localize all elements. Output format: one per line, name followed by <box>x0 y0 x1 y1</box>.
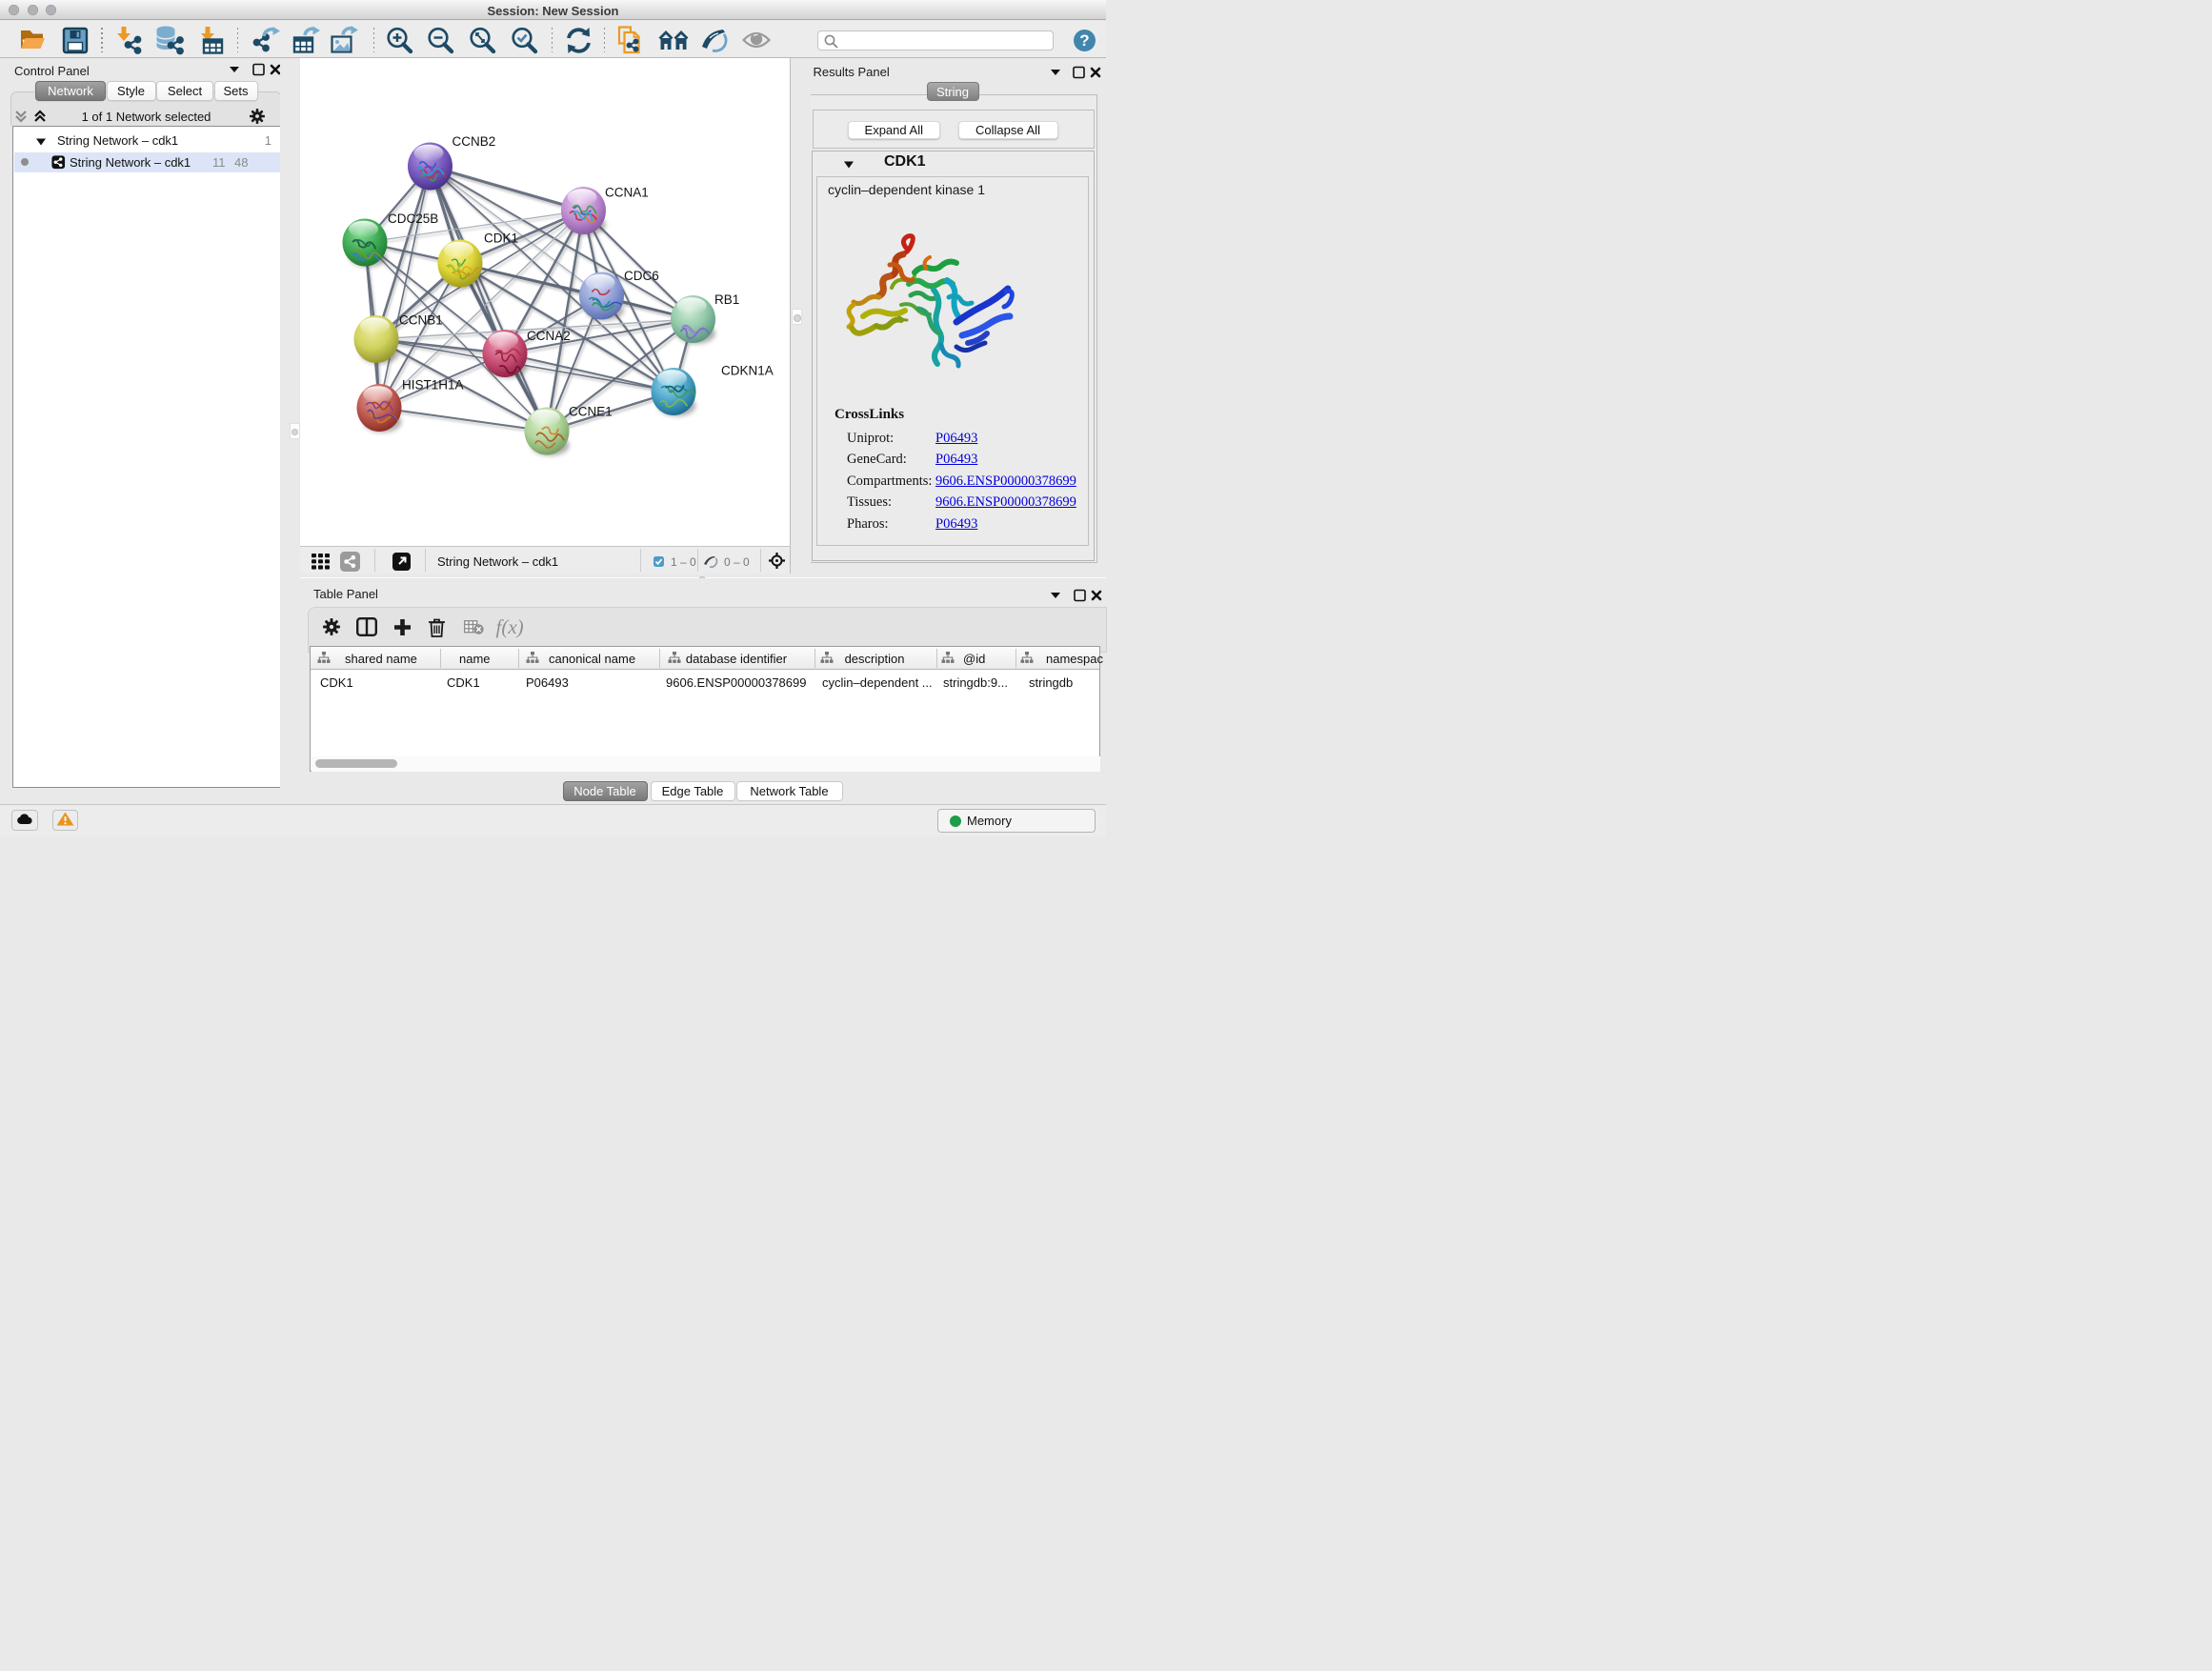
svg-text:CCNB1: CCNB1 <box>399 313 443 328</box>
svg-text:CDC6: CDC6 <box>624 269 659 283</box>
svg-text:CDK1: CDK1 <box>484 232 518 246</box>
svg-text:CCNA2: CCNA2 <box>527 329 571 343</box>
svg-text:CDC25B: CDC25B <box>388 211 438 226</box>
svg-text:?: ? <box>1079 31 1089 50</box>
svg-text:HIST1H1A: HIST1H1A <box>402 378 464 393</box>
svg-text:CCNB2: CCNB2 <box>452 134 496 149</box>
svg-text:CCNA1: CCNA1 <box>605 186 649 200</box>
svg-text:RB1: RB1 <box>714 292 739 307</box>
svg-text:CCNE1: CCNE1 <box>569 405 613 419</box>
svg-text:CDKN1A: CDKN1A <box>721 364 774 378</box>
